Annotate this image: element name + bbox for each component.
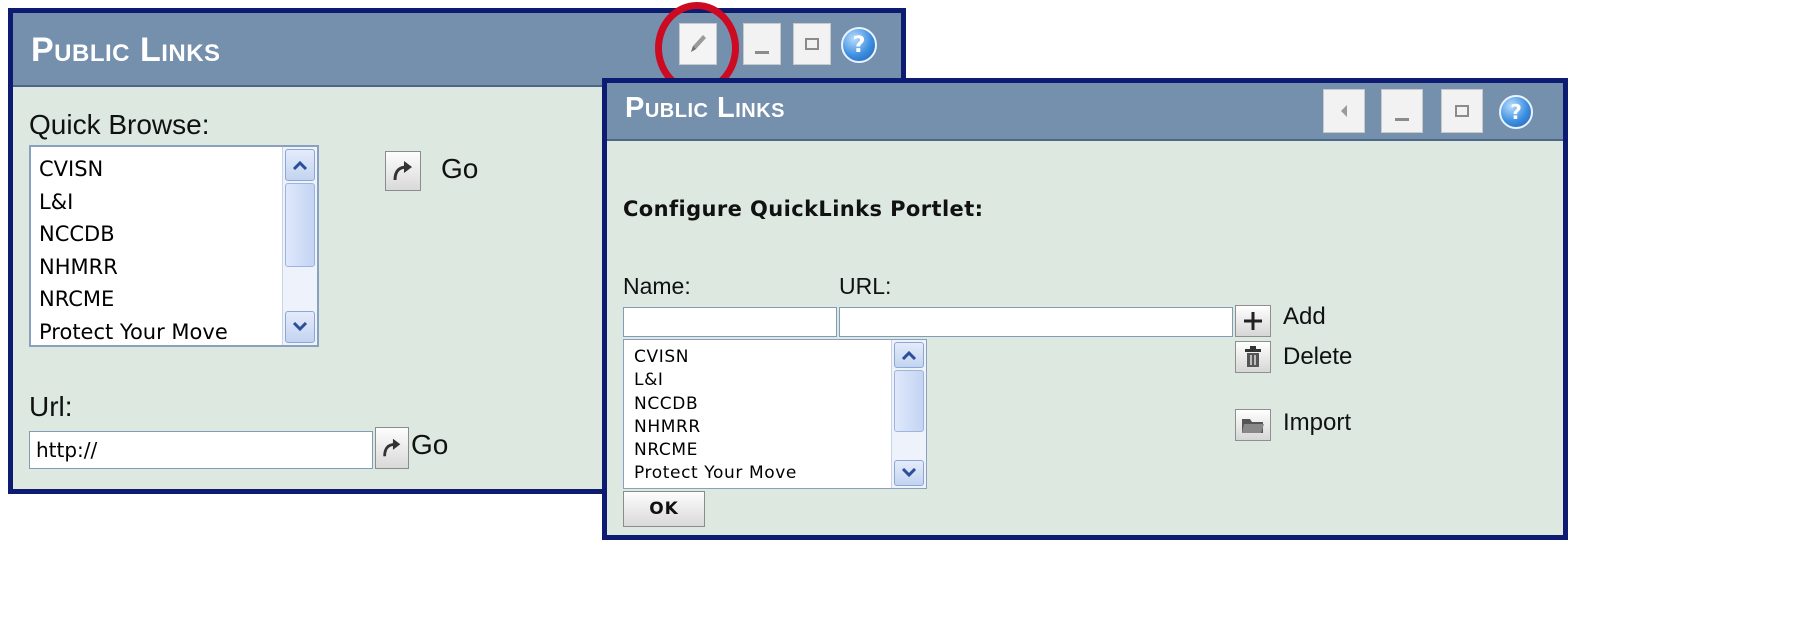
url-go-label[interactable]: Go [411, 429, 448, 461]
list-item[interactable]: NCCDB [634, 393, 797, 416]
name-label: Name: [623, 273, 691, 299]
maximize-icon[interactable] [793, 23, 831, 65]
quick-browse-go-button[interactable] [385, 151, 421, 191]
list-item[interactable]: Protect Your Move [634, 462, 797, 485]
list-item[interactable]: NCCDB [39, 218, 228, 251]
list-item[interactable]: NHMRR [39, 251, 228, 284]
public-links-portlet-edit: Public Links ? Configure QuickLinks Port… [602, 78, 1568, 540]
import-button[interactable] [1235, 409, 1271, 441]
url-input-value: http:// [36, 438, 98, 462]
url-input[interactable] [839, 307, 1233, 337]
help-icon[interactable]: ? [841, 27, 877, 63]
scroll-down-icon[interactable] [285, 311, 315, 343]
import-label[interactable]: Import [1283, 409, 1351, 437]
maximize-icon[interactable] [1441, 89, 1483, 133]
list-item[interactable]: NRCME [39, 283, 228, 316]
delete-label[interactable]: Delete [1283, 343, 1352, 371]
scroll-up-icon[interactable] [894, 342, 924, 368]
back-arrow-icon[interactable] [1323, 89, 1365, 133]
quick-browse-listbox[interactable]: CVISN L&I NCCDB NHMRR NRCME Protect Your… [29, 145, 319, 347]
quick-browse-go-label[interactable]: Go [441, 153, 478, 185]
url-label: URL: [839, 273, 892, 299]
list-item[interactable]: CVISN [39, 153, 228, 186]
configure-heading: Configure QuickLinks Portlet: [623, 197, 984, 221]
portlet-titlebar: Public Links ? [607, 83, 1563, 141]
url-input[interactable]: http:// [29, 431, 373, 469]
portlet-titlebar: Public Links ? [13, 13, 901, 87]
list-item[interactable]: NRCME [634, 439, 797, 462]
minimize-icon[interactable] [1381, 89, 1423, 133]
list-scrollbar[interactable] [891, 340, 926, 488]
folder-icon [1242, 419, 1264, 433]
name-input[interactable] [623, 307, 837, 337]
list-item[interactable]: Protect Your Move [39, 316, 228, 346]
ok-button[interactable]: OK [623, 491, 705, 527]
delete-button[interactable] [1235, 341, 1271, 373]
minimize-icon[interactable] [743, 23, 781, 65]
url-label: Url: [29, 391, 73, 422]
url-go-button[interactable] [375, 427, 409, 469]
plus-icon [1244, 312, 1262, 330]
add-button[interactable] [1235, 305, 1271, 337]
trash-icon [1245, 346, 1261, 367]
scroll-thumb[interactable] [285, 183, 315, 267]
add-label[interactable]: Add [1283, 303, 1326, 331]
list-item[interactable]: NHMRR [634, 416, 797, 439]
scroll-down-icon[interactable] [894, 460, 924, 486]
list-item[interactable]: CVISN [634, 346, 797, 369]
portlet-title: Public Links [625, 92, 786, 124]
help-icon[interactable]: ? [1499, 95, 1533, 129]
list-item[interactable]: L&I [634, 369, 797, 392]
scroll-up-icon[interactable] [285, 149, 315, 181]
scroll-thumb[interactable] [894, 370, 924, 432]
quicklinks-listbox[interactable]: CVISN L&I NCCDB NHMRR NRCME Protect Your… [623, 339, 927, 489]
list-scrollbar[interactable] [282, 147, 317, 345]
portlet-title: Public Links [31, 31, 221, 69]
quick-browse-label: Quick Browse: [29, 109, 210, 140]
list-item[interactable]: L&I [39, 186, 228, 219]
